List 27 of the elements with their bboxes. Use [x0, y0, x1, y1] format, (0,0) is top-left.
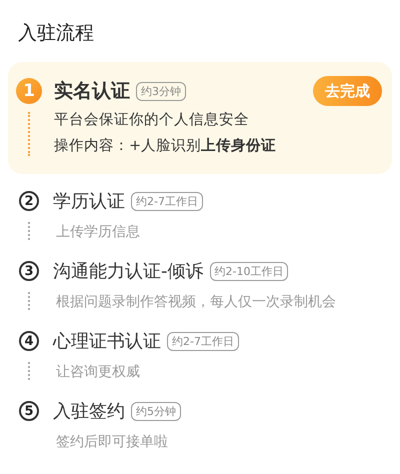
duration-tag: 约2-7工作日	[167, 332, 239, 350]
step-number: 1	[16, 78, 42, 104]
step-description: 上传学历信息	[56, 223, 140, 242]
step-title: 学历认证	[53, 190, 125, 213]
step-title: 实名认证	[54, 79, 130, 104]
step-number: 2	[19, 191, 39, 211]
page-title: 入驻流程	[17, 21, 95, 42]
step-number: 5	[19, 401, 39, 421]
step-title: 心理证书认证	[53, 330, 161, 353]
duration-tag: 约5分钟	[131, 402, 181, 420]
duration-tag: 约3分钟	[136, 82, 186, 100]
step-connector	[28, 292, 30, 310]
complete-button[interactable]: 去完成	[313, 76, 382, 106]
step-connector	[28, 362, 30, 380]
step-connector	[28, 112, 30, 156]
step-description: 操作内容：+人脸识别上传身份证	[54, 136, 276, 156]
step-description: 签约后即可接单啦	[56, 433, 168, 452]
step-description: 让咨询更权威	[56, 363, 140, 382]
step-number: 3	[19, 261, 39, 281]
step-connector	[28, 222, 30, 240]
duration-tag: 约2-7工作日	[131, 192, 203, 210]
duration-tag: 约2-10工作日	[210, 262, 288, 280]
step-title: 沟通能力认证-倾诉	[53, 260, 204, 283]
step-number: 4	[19, 331, 39, 351]
step-description: 根据问题录制作答视频，每人仅一次录制机会	[56, 293, 336, 312]
step-title: 入驻签约	[53, 400, 125, 423]
step-description: 平台会保证你的个人信息安全	[54, 110, 250, 130]
